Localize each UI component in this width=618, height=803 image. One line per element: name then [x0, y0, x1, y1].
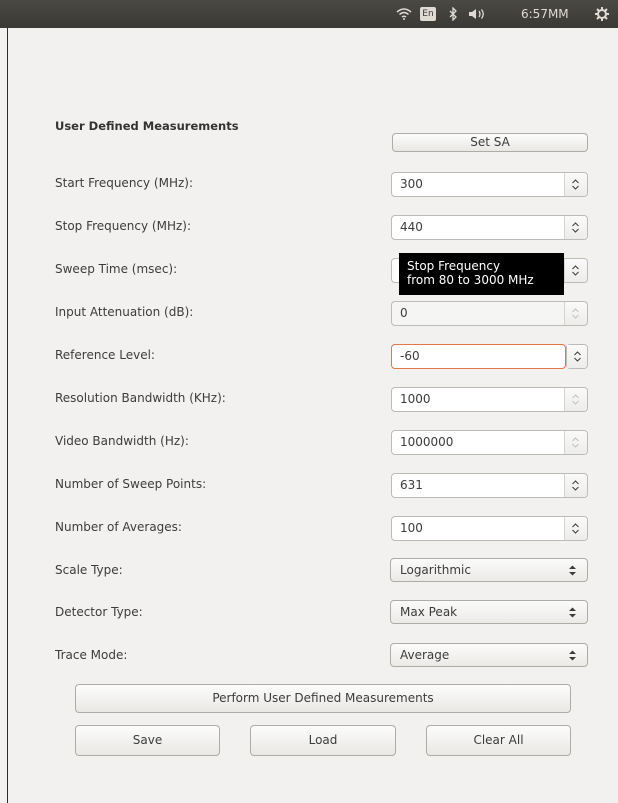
video-bandwidth-value[interactable]: 1000000 [400, 431, 453, 454]
video-bandwidth-label: Video Bandwidth (Hz): [55, 434, 189, 448]
detector-type-label: Detector Type: [55, 605, 143, 619]
input-attenuation-value[interactable]: 0 [400, 302, 408, 325]
start-frequency-spinbox[interactable]: 300 [391, 172, 588, 197]
sweep-points-value[interactable]: 631 [400, 474, 423, 497]
spin-arrows-icon[interactable] [564, 302, 587, 325]
tooltip-line-1: Stop Frequency [407, 259, 501, 273]
trace-mode-label: Trace Mode: [55, 648, 128, 662]
start-frequency-label: Start Frequency (MHz): [55, 176, 194, 190]
trace-mode-value[interactable]: Average [400, 644, 449, 666]
perform-measurements-button[interactable]: Perform User Defined Measurements [75, 684, 571, 713]
load-button[interactable]: Load [250, 725, 396, 756]
spin-arrows-icon[interactable] [564, 173, 587, 196]
reference-level-label: Reference Level: [55, 348, 155, 362]
clock[interactable]: 6:57MM [521, 0, 569, 28]
scale-type-dropdown[interactable]: Logarithmic [390, 558, 588, 582]
trace-mode-dropdown[interactable]: Average [390, 643, 588, 667]
resolution-bandwidth-label: Resolution Bandwidth (KHz): [55, 391, 226, 405]
stop-frequency-spinbox[interactable]: 440 [391, 215, 588, 240]
scale-type-value[interactable]: Logarithmic [400, 559, 471, 581]
spin-arrows-icon[interactable] [564, 431, 587, 454]
averages-value[interactable]: 100 [400, 517, 423, 540]
stop-frequency-tooltip: Stop Frequency from 80 to 3000 MHz [399, 253, 564, 295]
spin-arrows-icon[interactable] [564, 517, 587, 540]
dropdown-arrows-icon [569, 607, 576, 618]
input-attenuation-label: Input Attenuation (dB): [55, 305, 194, 319]
save-button[interactable]: Save [75, 725, 220, 756]
stop-frequency-label: Stop Frequency (MHz): [55, 219, 191, 233]
spin-arrows-icon[interactable] [564, 388, 587, 411]
tooltip-line-2: from 80 to 3000 MHz [407, 273, 534, 287]
resolution-bandwidth-spinbox[interactable]: 1000 [391, 387, 588, 412]
stop-frequency-value[interactable]: 440 [400, 216, 423, 239]
input-attenuation-spinbox[interactable]: 0 [391, 301, 588, 326]
set-sa-button[interactable]: Set SA [392, 133, 588, 152]
wifi-icon[interactable] [396, 0, 412, 28]
spin-arrows-icon[interactable] [564, 216, 587, 239]
spin-arrows-icon[interactable] [564, 474, 587, 497]
keyboard-layout-indicator[interactable]: En [420, 7, 436, 21]
scale-type-label: Scale Type: [55, 563, 123, 577]
sweep-points-label: Number of Sweep Points: [55, 477, 207, 491]
clear-all-button[interactable]: Clear All [426, 725, 571, 756]
section-heading: User Defined Measurements [55, 119, 239, 133]
spin-arrows-icon[interactable] [567, 345, 587, 368]
volume-icon[interactable] [468, 0, 486, 28]
top-panel: En 6:57MM [0, 0, 618, 28]
detector-type-value[interactable]: Max Peak [400, 601, 457, 623]
spin-arrows-icon[interactable] [564, 259, 587, 282]
resolution-bandwidth-value[interactable]: 1000 [400, 388, 431, 411]
video-bandwidth-spinbox[interactable]: 1000000 [391, 430, 588, 455]
start-frequency-value[interactable]: 300 [400, 173, 423, 196]
averages-spinbox[interactable]: 100 [391, 516, 588, 541]
bluetooth-icon[interactable] [448, 0, 458, 28]
reference-level-stepper[interactable] [566, 344, 588, 369]
reference-level-spinbox[interactable]: -60 [391, 344, 566, 369]
reference-level-value[interactable]: -60 [400, 345, 420, 368]
gear-icon[interactable] [595, 0, 609, 28]
sweep-time-label: Sweep Time (msec): [55, 262, 178, 276]
averages-label: Number of Averages: [55, 520, 182, 534]
dropdown-arrows-icon [569, 565, 576, 576]
detector-type-dropdown[interactable]: Max Peak [390, 600, 588, 624]
dropdown-arrows-icon [569, 650, 576, 661]
sweep-points-spinbox[interactable]: 631 [391, 473, 588, 498]
